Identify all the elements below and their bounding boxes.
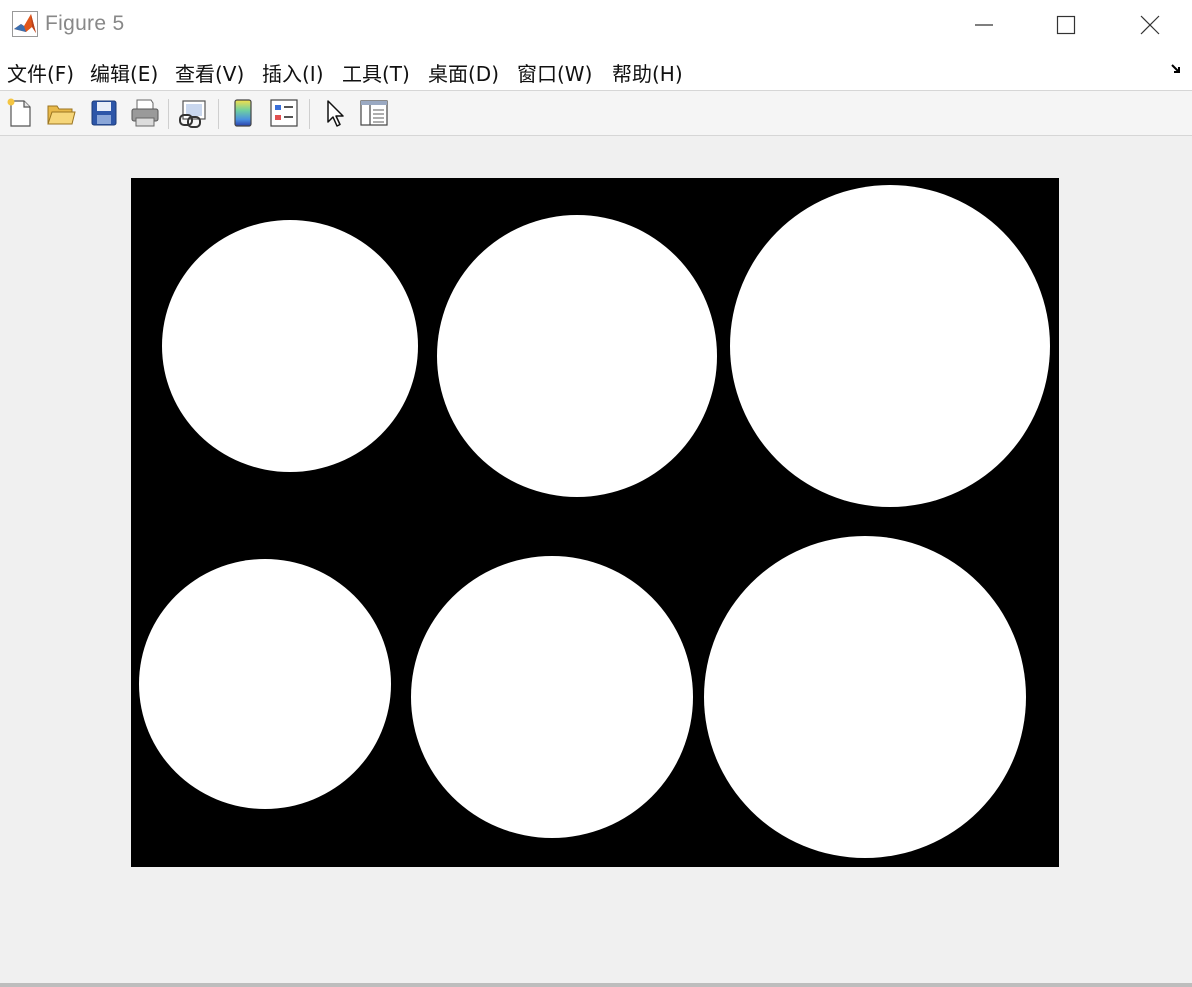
close-icon [1140,15,1160,35]
link-plot-icon [179,100,206,128]
title-bar: Figure 5 [0,0,1192,50]
menu-insert[interactable]: 插入(I) [262,58,324,87]
menu-edit[interactable]: 编辑(E) [90,58,158,87]
white-blob-2 [437,215,717,497]
binary-image[interactable] [131,178,1059,867]
link-plot-button[interactable] [176,96,210,130]
menu-window[interactable]: 窗口(W) [517,58,592,87]
toolbar-separator [218,99,219,129]
white-blob-5 [411,556,693,838]
menu-help[interactable]: 帮助(H) [612,58,683,87]
white-blob-3 [730,185,1050,507]
menu-file[interactable]: 文件(F) [7,58,74,87]
save-icon [91,100,117,126]
dock-figure-icon[interactable] [1170,62,1184,80]
edit-plot-pointer-icon [327,100,344,127]
menu-view[interactable]: 查看(V) [175,58,244,87]
print-button[interactable] [128,96,162,130]
open-file-icon [47,105,76,125]
close-button[interactable] [1120,0,1180,50]
new-figure-icon [7,98,31,127]
white-blob-6 [704,536,1026,858]
minimize-icon [975,24,993,26]
insert-colorbar-icon [234,99,252,127]
property-inspector-button[interactable] [357,96,391,130]
menu-tools[interactable]: 工具(T) [342,58,410,87]
window-bottom-border [0,983,1192,987]
insert-legend-icon [270,99,298,127]
toolbar-separator [309,99,310,129]
minimize-button[interactable] [954,0,1014,50]
menu-bar: 文件(F) 编辑(E) 查看(V) 插入(I) 工具(T) 桌面(D) 窗口(W… [0,50,1192,90]
figure-window: Figure 5 文件(F) 编辑(E) 查看(V) 插入(I) 工具(T) 桌… [0,0,1192,987]
white-blob-1 [162,220,418,472]
save-button[interactable] [87,96,121,130]
figure-canvas[interactable] [0,137,1192,983]
window-title: Figure 5 [45,12,125,35]
toolbar-separator [168,99,169,129]
maximize-icon [1056,15,1076,35]
new-figure-button[interactable] [3,96,37,130]
property-inspector-icon [360,100,388,126]
menu-desktop[interactable]: 桌面(D) [428,58,499,87]
open-file-button[interactable] [44,96,78,130]
insert-colorbar-button[interactable] [226,96,260,130]
white-blob-4 [139,559,391,809]
insert-legend-button[interactable] [267,96,301,130]
edit-plot-button[interactable] [318,96,352,130]
maximize-button[interactable] [1036,0,1096,50]
figure-toolbar [0,90,1192,136]
matlab-logo-icon [12,11,38,37]
print-icon [131,99,159,127]
